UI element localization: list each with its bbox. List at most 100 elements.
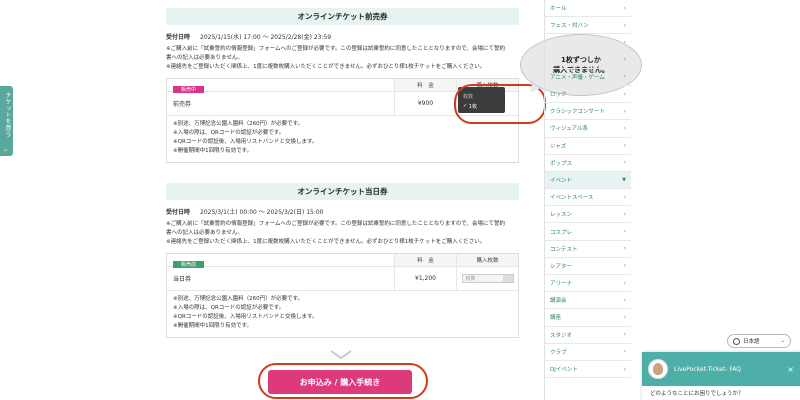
chevron-down-icon: ⌄ xyxy=(780,338,785,344)
chevron-right-icon: › xyxy=(623,262,626,270)
faq-header: LivePocket-Ticket- FAQ × xyxy=(642,352,800,386)
sidebar-item[interactable]: イベントスペース › xyxy=(545,189,631,207)
col-price: 料 金 xyxy=(394,79,456,91)
sidebar-item[interactable]: コスプレ › xyxy=(545,223,631,241)
ticket-main: オンラインチケット前売券 受付日時 2025/1/15(水) 17:00 〜 2… xyxy=(166,0,519,400)
triangle-down-icon: ▼ xyxy=(622,176,626,183)
note: ※入場の際は、QRコードの認証が必要です。 xyxy=(173,130,285,136)
note: 書への記入は必要ありません。 xyxy=(166,55,243,61)
sidebar-item-label: 講座 xyxy=(550,315,562,322)
sidebar-item-label: ヴィジュアル系 xyxy=(550,126,588,133)
chevron-right-icon: › xyxy=(623,279,626,287)
note: ※入場の際は、QRコードの認証が必要です。 xyxy=(173,305,285,311)
sidebar-item[interactable]: コンテスト › xyxy=(545,241,631,258)
sidebar-item-label: シアター xyxy=(550,263,573,270)
ticket-price: ¥1,200 xyxy=(394,267,456,290)
note: ※QRコードの認証後、入場用リストバンドと交換します。 xyxy=(173,139,318,145)
ticket-notes: ※別途、万博記念公園入園料（260円）が必要です。 ※入場の際は、QRコードの認… xyxy=(167,290,518,337)
sidebar-item[interactable]: DJイベント › xyxy=(545,361,631,379)
sidebar-item-label: ロック xyxy=(550,92,567,99)
col-price: 料 金 xyxy=(394,254,456,266)
note: ※別途、万博記念公園入園料（260円）が必要です。 xyxy=(173,296,304,302)
sidebar-item[interactable]: ポップス › xyxy=(545,155,631,172)
sidebar-item[interactable]: 講演会 › xyxy=(545,292,631,310)
note: ※開催期間中1回限り有効です。 xyxy=(173,148,253,154)
language-select[interactable]: 日本語 ⌄ xyxy=(727,334,791,348)
sidebar-item-label: イベント xyxy=(550,177,573,184)
chevron-right-icon: › xyxy=(623,38,626,46)
chevron-right-icon: › xyxy=(623,124,626,132)
close-icon[interactable]: × xyxy=(787,365,794,374)
sidebar-item[interactable]: ヴィジュアル系 › xyxy=(545,120,631,138)
presale-title: オンラインチケット前売券 xyxy=(166,8,519,25)
period-value: 2025/3/1(土) 00:00 〜 2025/3/2(日) 15:00 xyxy=(200,209,324,216)
sidebar-item[interactable]: クラブ › xyxy=(545,344,631,361)
sidebar-item[interactable]: 講座 › xyxy=(545,309,631,327)
chevron-right-icon: › xyxy=(623,228,626,236)
sidebar-item-label: コスプレ xyxy=(550,229,573,236)
sidebar-item[interactable]: イベント ▼ xyxy=(545,171,631,190)
qty-select-disabled[interactable]: 枚数 xyxy=(461,274,514,283)
period-label: 受付日時 xyxy=(166,209,191,216)
dayof-period: 受付日時 2025/3/1(土) 00:00 〜 2025/3/2(日) 15:… xyxy=(166,207,519,216)
sidebar-item[interactable]: アニメ・声優・ゲーム › xyxy=(545,69,631,86)
scroll-chevron-icon xyxy=(330,350,352,360)
sidebar-item-label: アニメ・声優・ゲーム xyxy=(550,74,605,81)
dayof-title: オンラインチケット当日券 xyxy=(166,183,519,200)
table-row: 販売前 当日券 ¥1,200 枚数 xyxy=(167,261,518,290)
note: ※別途、万博記念公園入園料（260円）が必要です。 xyxy=(173,121,304,127)
faq-chat-widget[interactable]: LivePocket-Ticket- FAQ × どのようなことにお困りでしょう… xyxy=(642,352,800,400)
sidebar-item-label: ジャズ xyxy=(550,143,567,150)
sidebar-item-label: レッスン xyxy=(550,212,573,219)
faq-title: LivePocket-Ticket- FAQ xyxy=(674,365,741,373)
chevron-right-icon: › xyxy=(623,90,626,98)
chevron-right-icon: › xyxy=(623,313,626,321)
chevron-right-icon: › xyxy=(623,4,626,12)
col-qty: 購入枚数 xyxy=(456,254,518,266)
presale-period: 受付日時 2025/1/15(水) 17:00 〜 2025/2/28(金) 2… xyxy=(166,32,519,41)
table-header: 料 金 購入枚数 xyxy=(167,254,518,266)
sidebar-item[interactable]: ホール › xyxy=(545,0,631,18)
language-label: 日本語 xyxy=(743,339,760,345)
genre-sidebar: ホール › フェス・対バン › › › アニメ・声優・ゲーム › ロック › クラシックコンサート ›… xyxy=(544,0,631,400)
sidebar-item-label: コンテスト xyxy=(550,246,578,253)
buy-ticket-side-tab[interactable]: チケットを買う ⌄ xyxy=(0,86,13,156)
period-value: 2025/1/15(水) 17:00 〜 2025/2/28(金) 23:59 xyxy=(200,34,332,41)
sidebar-item[interactable]: シアター › xyxy=(545,258,631,275)
faq-message: どのようなことにお困りでしょうか？ xyxy=(650,391,744,397)
chevron-right-icon: › xyxy=(623,21,626,29)
sidebar-item[interactable]: アリーナ › xyxy=(545,275,631,293)
chevron-right-icon: › xyxy=(623,159,626,167)
sidebar-item-label: アリーナ xyxy=(550,281,573,288)
chevron-right-icon: › xyxy=(623,107,626,115)
sidebar-item[interactable]: スタジオ › xyxy=(545,327,631,344)
chevron-right-icon: › xyxy=(623,193,626,201)
sidebar-item[interactable]: ジャズ › xyxy=(545,138,631,155)
globe-icon xyxy=(733,337,740,345)
chevron-right-icon: › xyxy=(623,365,626,373)
note: ※連絡先をご登録いただく関係上、1度に複数枚購入いただくことができません。必ずお… xyxy=(166,239,486,245)
presale-notes: ※ご購入前に「試乗誓約の情報登録」フォームへのご登録が必要です。この登録は試乗誓… xyxy=(166,45,519,72)
sidebar-item[interactable]: クラシックコンサート › xyxy=(545,103,631,121)
note: ※開催期間中1回限り有効です。 xyxy=(173,323,253,329)
submit-purchase-button[interactable]: お申込み / 購入手続き xyxy=(268,370,412,394)
sidebar-item[interactable]: ロック › xyxy=(545,86,631,104)
sidebar-item-label: ホール xyxy=(550,6,567,13)
note: ※ご購入前に「試乗誓約の情報登録」フォームへのご登録が必要です。この登録は試乗誓… xyxy=(166,221,506,227)
sidebar-item[interactable]: › xyxy=(545,52,631,69)
sidebar-item-label: ポップス xyxy=(550,160,573,167)
note: ※QRコードの認証後、入場用リストバンドと交換します。 xyxy=(173,314,318,320)
sidebar-item-label: イベントスペース xyxy=(550,195,594,202)
dayof-ticket-table: 料 金 購入枚数 販売前 当日券 ¥1,200 枚数 ※別途、万博記念公園入園料… xyxy=(166,253,519,338)
note: ※ご購入前に「試乗誓約の情報登録」フォームへのご登録が必要です。この登録は試乗誓… xyxy=(166,46,506,52)
chevron-right-icon: › xyxy=(623,73,626,81)
sidebar-item[interactable]: › xyxy=(545,34,631,52)
chevron-right-icon: › xyxy=(623,296,626,304)
side-tab-label: チケットを買う xyxy=(4,92,11,138)
chevron-right-icon: › xyxy=(623,210,626,218)
period-label: 受付日時 xyxy=(166,34,191,41)
sidebar-item[interactable]: レッスン › xyxy=(545,206,631,224)
status-badge: 販売中 xyxy=(173,86,205,93)
dayof-notes: ※ご購入前に「試乗誓約の情報登録」フォームへのご登録が必要です。この登録は試乗誓… xyxy=(166,220,519,247)
sidebar-item[interactable]: フェス・対バン › xyxy=(545,17,631,35)
